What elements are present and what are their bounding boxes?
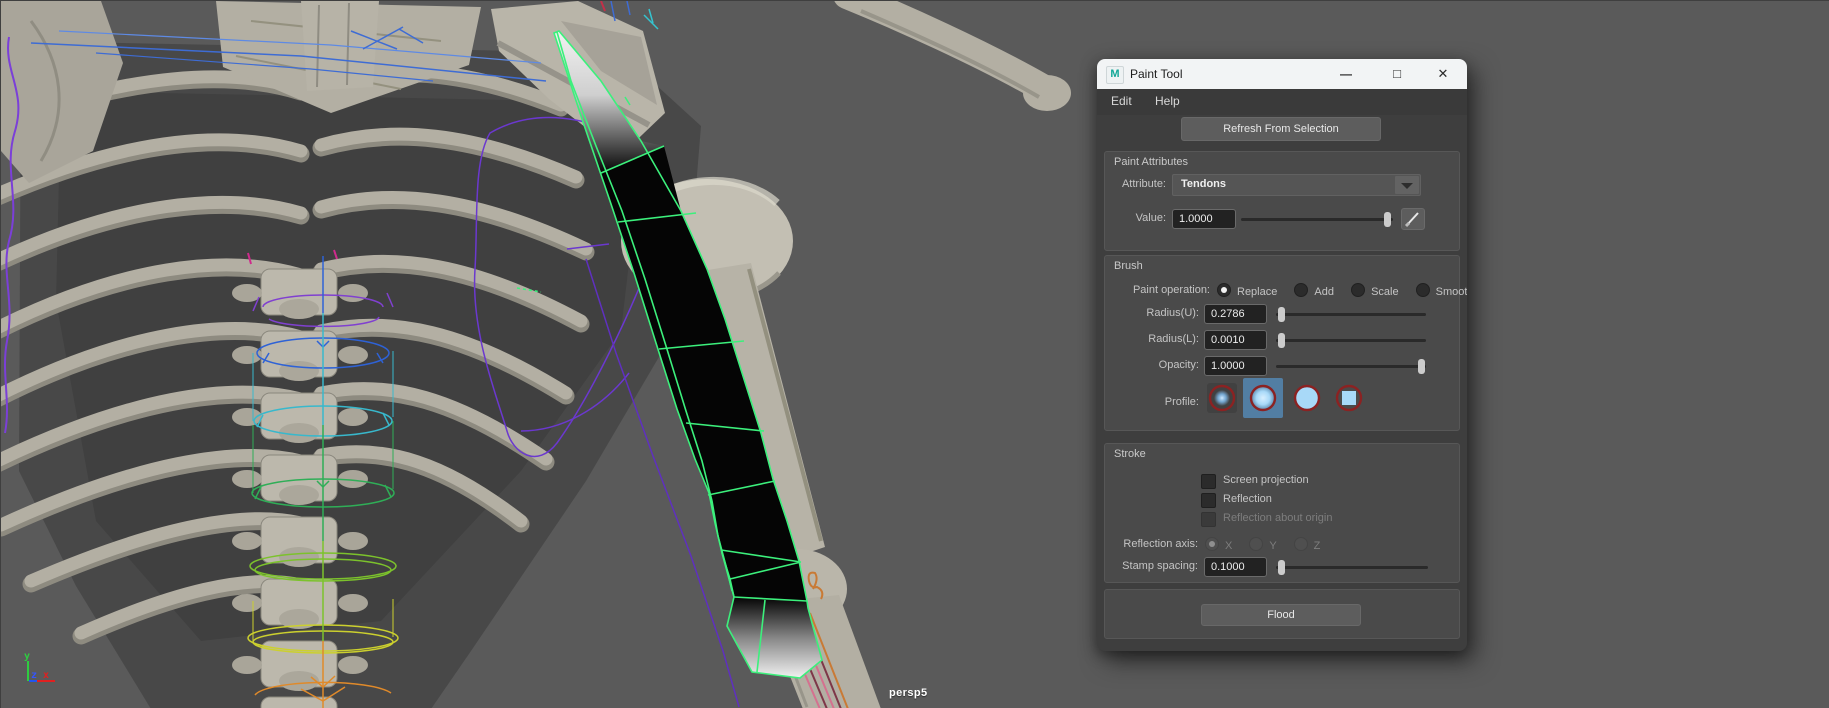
axis-x-label: x (43, 670, 49, 681)
chevron-down-icon (1401, 183, 1413, 189)
radius-l-slider[interactable] (1276, 339, 1426, 342)
radius-l-slider-handle[interactable] (1278, 333, 1285, 348)
axis-x-radio-label: X (1225, 540, 1232, 552)
axis-y-label: y (24, 651, 30, 662)
reflection-label: Reflection (1223, 493, 1272, 505)
radius-u-label: Radius(U): (1105, 307, 1199, 319)
profile-solid-button[interactable] (1292, 383, 1322, 413)
axis-triad: y z x (13, 647, 73, 691)
paint-attributes-title: Paint Attributes (1114, 156, 1188, 168)
stamp-spacing-input[interactable]: 0.1000 (1204, 557, 1267, 577)
value-input[interactable]: 1.0000 (1172, 209, 1236, 229)
axis-x-radio (1205, 537, 1219, 551)
stamp-spacing-slider-handle[interactable] (1278, 560, 1285, 575)
eyedropper-icon (1402, 209, 1424, 229)
maya-3d-viewport[interactable]: y z x persp5 M Paint Tool — □ ✕ Edit Hel… (0, 0, 1829, 708)
radius-u-slider-handle[interactable] (1278, 307, 1285, 322)
close-button[interactable]: ✕ (1428, 59, 1458, 89)
attribute-label: Attribute: (1105, 178, 1166, 190)
screen-projection-checkbox[interactable] (1201, 474, 1216, 489)
opacity-slider-handle[interactable] (1418, 359, 1425, 374)
radio-replace-label: Replace (1237, 286, 1277, 298)
profile-square-button[interactable] (1334, 383, 1364, 413)
reflection-about-origin-checkbox (1201, 512, 1216, 527)
radio-replace[interactable] (1217, 283, 1231, 297)
axis-z-radio (1294, 537, 1308, 551)
value-slider[interactable] (1241, 218, 1393, 221)
radio-smooth[interactable] (1416, 283, 1430, 297)
flood-button[interactable]: Flood (1201, 604, 1361, 626)
brush-title: Brush (1114, 260, 1143, 272)
stamp-spacing-label: Stamp spacing: (1105, 560, 1198, 572)
attribute-dropdown-value: Tendons (1181, 178, 1226, 190)
reflection-checkbox[interactable] (1201, 493, 1216, 508)
profile-label: Profile: (1105, 396, 1199, 408)
axis-z-label: z (31, 670, 37, 681)
eyedropper-button[interactable] (1401, 208, 1425, 230)
radius-u-slider[interactable] (1276, 313, 1426, 316)
axis-y-radio-label: Y (1269, 540, 1276, 552)
value-slider-handle[interactable] (1384, 212, 1391, 227)
minimize-button[interactable]: — (1331, 59, 1361, 89)
paint-tool-window: M Paint Tool — □ ✕ Edit Help Refresh Fro… (1097, 59, 1467, 651)
maya-app-icon: M (1106, 66, 1124, 84)
opacity-slider[interactable] (1276, 365, 1426, 368)
value-label: Value: (1105, 212, 1166, 224)
profile-soft-button[interactable] (1248, 383, 1278, 413)
brush-group: Brush Paint operation: Replace Add Scale… (1104, 255, 1460, 431)
radius-l-input[interactable]: 0.0010 (1204, 330, 1267, 350)
screen-projection-label: Screen projection (1223, 474, 1309, 486)
radius-l-label: Radius(L): (1105, 333, 1199, 345)
window-title: Paint Tool (1130, 67, 1182, 81)
stroke-group: Stroke Screen projection Reflection Refl… (1104, 443, 1460, 583)
camera-label: persp5 (889, 687, 927, 699)
viewport-scene (1, 1, 1829, 708)
maximize-button[interactable]: □ (1382, 59, 1412, 89)
refresh-from-selection-button[interactable]: Refresh From Selection (1181, 117, 1381, 141)
menu-edit[interactable]: Edit (1111, 94, 1132, 108)
stamp-spacing-slider[interactable] (1276, 566, 1428, 569)
window-menubar: Edit Help (1097, 89, 1467, 115)
stroke-title: Stroke (1114, 448, 1146, 460)
dropdown-button[interactable] (1395, 176, 1419, 194)
radius-u-input[interactable]: 0.2786 (1204, 304, 1267, 324)
profile-gaussian-button[interactable] (1207, 383, 1237, 413)
axis-y-radio (1249, 537, 1263, 551)
radio-scale[interactable] (1351, 283, 1365, 297)
axis-z-radio-label: Z (1314, 540, 1321, 552)
opacity-input[interactable]: 1.0000 (1204, 356, 1267, 376)
opacity-label: Opacity: (1105, 359, 1199, 371)
radio-add-label: Add (1314, 286, 1334, 298)
paint-operation-label: Paint operation: (1105, 284, 1210, 296)
flood-panel: Flood (1104, 589, 1460, 639)
window-titlebar[interactable]: M Paint Tool — □ ✕ (1097, 59, 1467, 89)
reflection-about-origin-label: Reflection about origin (1223, 512, 1332, 524)
menu-help[interactable]: Help (1155, 94, 1180, 108)
attribute-dropdown[interactable]: Tendons (1172, 174, 1421, 196)
radio-add[interactable] (1294, 283, 1308, 297)
radio-smooth-label: Smooth (1436, 286, 1467, 298)
paint-attributes-group: Paint Attributes Attribute: Tendons Valu… (1104, 151, 1460, 251)
reflection-axis-label: Reflection axis: (1105, 538, 1198, 550)
radio-scale-label: Scale (1371, 286, 1399, 298)
